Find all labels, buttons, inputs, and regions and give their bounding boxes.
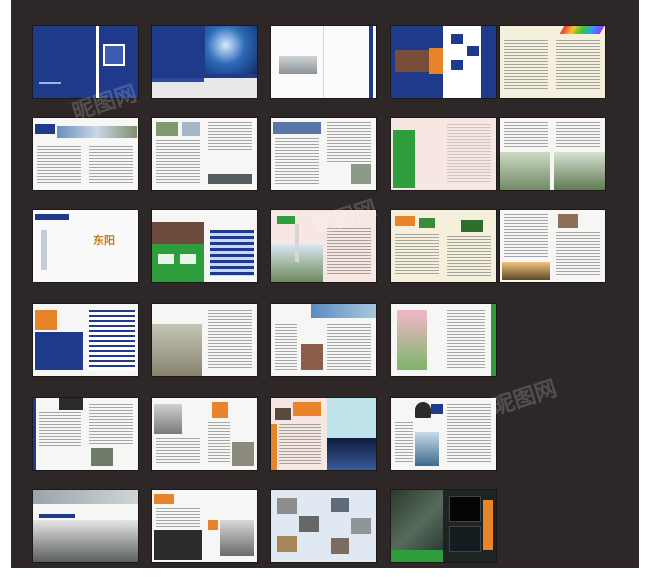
spread-thumbnail[interactable] [33,490,138,562]
spread-thumbnail[interactable] [391,398,496,470]
spread-thumbnail[interactable] [391,304,496,376]
spread-thumbnail[interactable] [33,304,138,376]
calligraphy-title: 东阳 [93,234,115,247]
spread-thumbnail[interactable] [152,490,257,562]
spread-thumbnail[interactable] [271,118,376,190]
spread-thumbnail[interactable] [391,210,496,282]
spread-thumbnail[interactable] [33,118,138,190]
watermark: 昵图网 [489,376,561,421]
spread-thumbnail[interactable] [391,118,496,190]
spread-thumbnail[interactable]: 东阳 [33,210,138,282]
spread-thumbnail[interactable] [152,26,257,98]
spread-thumbnail[interactable] [500,210,605,282]
spread-thumbnail[interactable] [391,26,496,98]
catalog-sheet: 东阳 昵图网 昵图网 昵图网 [11,0,639,568]
spread-thumbnail[interactable] [500,118,605,190]
spread-thumbnail[interactable] [152,210,257,282]
spread-thumbnail[interactable] [152,118,257,190]
spread-thumbnail[interactable] [271,304,376,376]
spread-thumbnail[interactable] [271,490,376,562]
spread-thumbnail[interactable] [152,398,257,470]
spread-thumbnail[interactable] [152,304,257,376]
spread-thumbnail[interactable] [271,398,376,470]
spread-thumbnail[interactable] [391,490,496,562]
spread-thumbnail[interactable] [33,398,138,470]
spread-thumbnail[interactable] [500,26,605,98]
spread-thumbnail[interactable] [271,26,376,98]
